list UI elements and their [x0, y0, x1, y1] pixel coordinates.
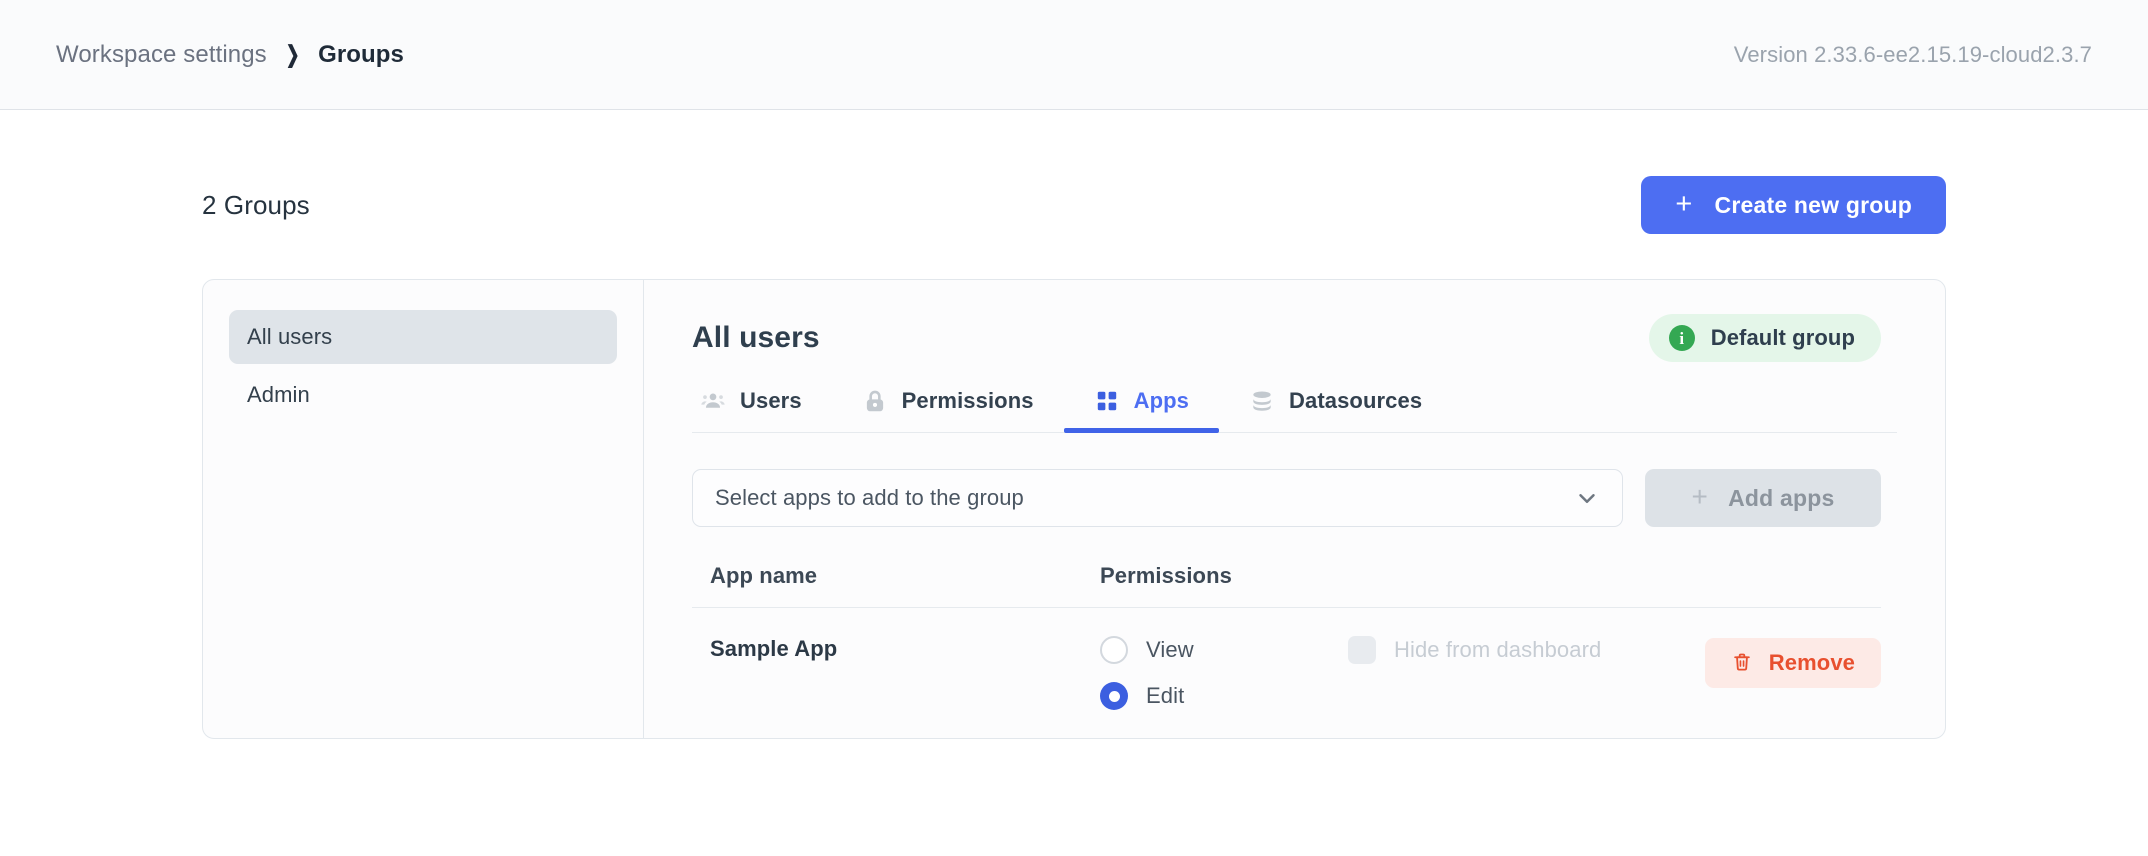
radio-checked-icon [1100, 682, 1128, 710]
default-group-badge: i Default group [1648, 314, 1881, 362]
add-apps-label: Add apps [1728, 484, 1835, 511]
group-list-item-label: Admin [247, 382, 310, 407]
group-list-sidebar: All users Admin [203, 280, 644, 738]
panel-header: All users i Default group [692, 314, 1897, 362]
hide-from-dashboard-checkbox[interactable]: Hide from dashboard [1348, 636, 1601, 664]
apps-table-header: App name Permissions [692, 563, 1881, 608]
tab-datasources-label: Datasources [1289, 388, 1423, 413]
select-apps-value: Select apps to add to the group [715, 485, 1024, 510]
permission-edit-label: Edit [1146, 683, 1185, 708]
chevron-right-icon: ❯ [285, 41, 300, 67]
permission-radio-view[interactable]: View [1100, 636, 1348, 664]
app-name-label: Sample App [710, 636, 838, 661]
select-apps-dropdown[interactable]: Select apps to add to the group [692, 469, 1623, 527]
lock-icon [862, 388, 888, 414]
panel-title: All users [692, 321, 820, 354]
radio-unchecked-icon [1100, 636, 1128, 664]
database-icon [1249, 388, 1275, 414]
remove-label: Remove [1768, 650, 1855, 675]
breadcrumb-parent-link[interactable]: Workspace settings [56, 41, 267, 69]
tab-users[interactable]: Users [692, 388, 832, 432]
group-list-item-all-users[interactable]: All users [229, 310, 617, 364]
tab-permissions-label: Permissions [901, 388, 1034, 413]
hide-from-dashboard-label: Hide from dashboard [1394, 637, 1602, 662]
permission-radio-edit[interactable]: Edit [1100, 682, 1348, 710]
plus-icon: + [1691, 481, 1709, 512]
column-header-app-name: App name [710, 563, 818, 588]
create-new-group-button[interactable]: + Create new group [1641, 176, 1946, 234]
checkbox-unchecked-icon [1348, 636, 1376, 664]
group-detail-panel: All users i Default group Users Permissi… [644, 280, 1945, 738]
tab-apps[interactable]: Apps [1063, 388, 1220, 433]
apps-grid-icon [1094, 388, 1120, 414]
column-header-permissions: Permissions [1100, 563, 1232, 588]
cell-permissions: View Hide from dashboard Edit [1100, 636, 1651, 710]
info-icon: i [1668, 325, 1695, 351]
breadcrumb-current: Groups [318, 40, 404, 68]
add-apps-button[interactable]: + Add apps [1645, 469, 1881, 527]
cell-actions: Remove [1651, 636, 1881, 688]
version-label: Version 2.33.6-ee2.15.19-cloud2.3.7 [1733, 41, 2092, 67]
groups-count-label: 2 Groups [202, 189, 310, 220]
cell-app-name: Sample App [692, 636, 1100, 662]
tab-apps-label: Apps [1133, 388, 1190, 413]
panel-tabs: Users Permissions Apps Datasources [692, 388, 1897, 433]
trash-icon [1731, 651, 1753, 676]
users-icon [700, 388, 726, 414]
create-new-group-label: Create new group [1714, 191, 1912, 218]
permission-view-label: View [1146, 637, 1194, 662]
add-apps-row: Select apps to add to the group + Add ap… [692, 469, 1897, 527]
remove-app-button[interactable]: Remove [1704, 638, 1881, 688]
group-list-item-admin[interactable]: Admin [229, 368, 617, 422]
tab-users-label: Users [740, 388, 802, 413]
chevron-down-icon [1574, 485, 1600, 511]
group-list-item-label: All users [247, 324, 333, 349]
tab-permissions[interactable]: Permissions [832, 388, 1064, 432]
top-header-bar: Workspace settings ❯ Groups Version 2.33… [0, 0, 2148, 110]
page-toolbar: 2 Groups + Create new group [56, 155, 2092, 255]
default-group-badge-label: Default group [1710, 325, 1855, 350]
groups-card: All users Admin All users i Default grou… [202, 279, 1946, 739]
apps-table: App name Permissions Sample App View Hid… [692, 563, 1897, 710]
table-row: Sample App View Hide from dashboard Edit… [692, 608, 1881, 710]
page-body: 2 Groups + Create new group All users Ad… [0, 155, 2148, 739]
breadcrumb: Workspace settings ❯ Groups [56, 41, 404, 69]
plus-icon: + [1675, 187, 1693, 220]
tab-datasources[interactable]: Datasources [1219, 388, 1452, 432]
